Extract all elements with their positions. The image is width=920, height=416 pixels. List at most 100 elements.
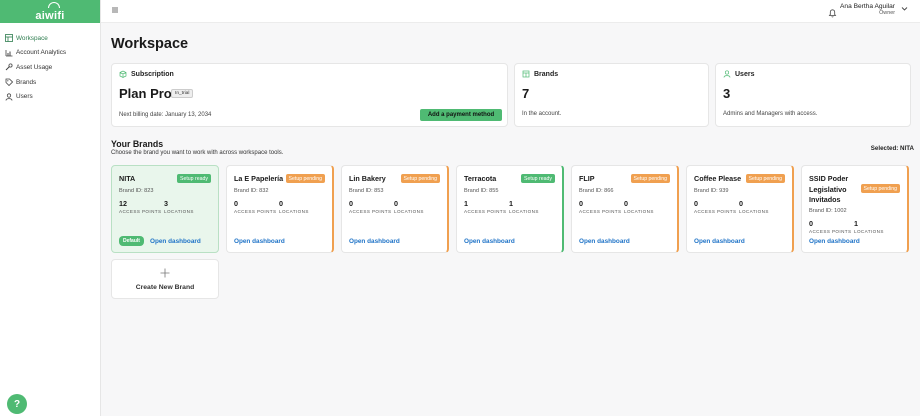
open-dashboard-link[interactable]: Open dashboard bbox=[349, 238, 400, 245]
access-points-count: 12 bbox=[119, 199, 127, 208]
help-button[interactable]: ? bbox=[7, 394, 27, 414]
status-badge: Setup ready bbox=[177, 174, 211, 183]
brand-name: NITA bbox=[119, 174, 136, 183]
access-points-count: 0 bbox=[349, 199, 353, 208]
locations-label: LOCATIONS bbox=[739, 209, 769, 214]
locations-label: LOCATIONS bbox=[624, 209, 654, 214]
brand-name: Coffee Please bbox=[694, 174, 742, 183]
brand-id: Brand ID: 823 bbox=[119, 188, 154, 194]
access-points-label: ACCESS POINTS bbox=[349, 209, 392, 214]
locations-count: 0 bbox=[739, 199, 743, 208]
sidebar-nav: Workspace Account Analytics Asset Usage … bbox=[0, 31, 100, 104]
your-brands-header: Your Brands Choose the brand you want to… bbox=[111, 139, 914, 161]
open-dashboard-link[interactable]: Open dashboard bbox=[694, 238, 745, 245]
sidebar-item-account-analytics[interactable]: Account Analytics bbox=[0, 46, 100, 61]
bell-icon bbox=[828, 9, 837, 18]
sidebar-item-label: Users bbox=[16, 93, 33, 101]
status-badge: Setup pending bbox=[860, 184, 900, 193]
user-role: Owner bbox=[879, 10, 895, 16]
subscription-title: Subscription bbox=[131, 70, 174, 78]
brand-card-la-e-papeleria[interactable]: La E Papelería Setup pending Brand ID: 8… bbox=[226, 165, 334, 253]
locations-label: LOCATIONS bbox=[279, 209, 309, 214]
brands-stat-card: Brands 7 In the account. bbox=[514, 63, 709, 127]
logo-text: aiwifi bbox=[35, 9, 65, 22]
users-count: 3 bbox=[723, 86, 731, 101]
access-points-count: 0 bbox=[579, 199, 583, 208]
access-points-label: ACCESS POINTS bbox=[119, 209, 162, 214]
brand-name: FLIP bbox=[579, 174, 595, 183]
brand-name: La E Papelería bbox=[234, 174, 284, 183]
sidebar: aiwifi Workspace Account Analytics Asset… bbox=[0, 0, 101, 416]
menu-toggle-button[interactable] bbox=[111, 6, 119, 14]
subscription-header: Subscription bbox=[119, 70, 174, 78]
chevron-down-icon[interactable] bbox=[901, 5, 908, 14]
open-dashboard-link[interactable]: Open dashboard bbox=[150, 238, 201, 245]
status-badge: Setup pending bbox=[745, 174, 785, 183]
store-icon bbox=[522, 70, 530, 78]
locations-count: 0 bbox=[394, 199, 398, 208]
brand-card-lin-bakery[interactable]: Lin Bakery Setup pending Brand ID: 853 0… bbox=[341, 165, 449, 253]
sidebar-item-users[interactable]: Users bbox=[0, 89, 100, 104]
locations-label: LOCATIONS bbox=[164, 209, 194, 214]
access-points-label: ACCESS POINTS bbox=[234, 209, 277, 214]
brand-card-flip[interactable]: FLIP Setup pending Brand ID: 866 0 ACCES… bbox=[571, 165, 679, 253]
open-dashboard-link[interactable]: Open dashboard bbox=[234, 238, 285, 245]
locations-count: 0 bbox=[624, 199, 628, 208]
brand-name: Lin Bakery bbox=[349, 174, 386, 183]
brands-stat-header: Brands bbox=[522, 70, 558, 78]
wifi-logo-icon bbox=[48, 2, 60, 8]
access-points-label: ACCESS POINTS bbox=[694, 209, 737, 214]
locations-label: LOCATIONS bbox=[509, 209, 539, 214]
add-payment-method-button[interactable]: Add a payment method bbox=[420, 109, 502, 121]
open-dashboard-link[interactable]: Open dashboard bbox=[809, 238, 860, 245]
users-stat-card: Users 3 Admins and Managers with access. bbox=[715, 63, 911, 127]
topbar: Ana Bertha Aguilar Owner bbox=[101, 0, 920, 23]
tag-icon bbox=[5, 78, 13, 87]
stats-row: Subscription Plan Pro In_trial Next bill… bbox=[111, 63, 913, 127]
your-brands-title: Your Brands bbox=[111, 139, 164, 149]
sidebar-item-asset-usage[interactable]: Asset Usage bbox=[0, 60, 100, 75]
billing-date: Next billing date: January 13, 2034 bbox=[119, 112, 212, 118]
brand-card-ssid-poder-legislativo[interactable]: SSID Poder Legislativo Invitados Setup p… bbox=[801, 165, 909, 253]
hamburger-icon bbox=[112, 7, 118, 13]
open-dashboard-link[interactable]: Open dashboard bbox=[464, 238, 515, 245]
user-icon bbox=[5, 93, 13, 101]
users-caption: Admins and Managers with access. bbox=[723, 111, 818, 117]
user-name: Ana Bertha Aguilar bbox=[840, 3, 895, 10]
create-new-brand-button[interactable]: Create New Brand bbox=[111, 259, 219, 299]
selected-brand-label: Selected: NITA bbox=[870, 145, 914, 152]
sidebar-item-workspace[interactable]: Workspace bbox=[0, 31, 100, 46]
users-stat-header: Users bbox=[723, 70, 754, 78]
sidebar-item-label: Brands bbox=[16, 78, 37, 86]
brand-name: SSID Poder Legislativo Invitados bbox=[809, 174, 849, 204]
status-badge: Setup pending bbox=[285, 174, 325, 183]
trial-badge: In_trial bbox=[171, 89, 194, 98]
access-points-label: ACCESS POINTS bbox=[809, 229, 852, 234]
brand-id: Brand ID: 866 bbox=[579, 188, 614, 194]
access-points-count: 0 bbox=[694, 199, 698, 208]
sidebar-item-brands[interactable]: Brands bbox=[0, 75, 100, 90]
brand-id: Brand ID: 939 bbox=[694, 188, 729, 194]
sidebar-item-label: Asset Usage bbox=[16, 63, 53, 71]
wrench-icon bbox=[5, 63, 13, 71]
locations-label: LOCATIONS bbox=[854, 229, 884, 234]
box-icon bbox=[119, 70, 127, 78]
plus-icon bbox=[160, 268, 170, 280]
brands-stat-title: Brands bbox=[534, 70, 559, 78]
user-menu[interactable]: Ana Bertha Aguilar Owner bbox=[840, 3, 895, 16]
brand-id: Brand ID: 855 bbox=[464, 188, 499, 194]
status-badge: Setup pending bbox=[630, 174, 670, 183]
create-new-brand-label: Create New Brand bbox=[135, 283, 195, 291]
grid-icon bbox=[5, 34, 13, 43]
logo[interactable]: aiwifi bbox=[0, 0, 100, 23]
user-icon bbox=[723, 70, 731, 78]
sidebar-item-label: Workspace bbox=[16, 34, 48, 42]
default-badge: Default bbox=[119, 236, 144, 246]
locations-label: LOCATIONS bbox=[394, 209, 424, 214]
brand-card-terracota[interactable]: Terracota Setup ready Brand ID: 855 1 AC… bbox=[456, 165, 564, 253]
brand-card-coffee-please[interactable]: Coffee Please Setup pending Brand ID: 93… bbox=[686, 165, 794, 253]
notifications-button[interactable] bbox=[828, 5, 837, 18]
brand-card-nita[interactable]: NITA Setup ready Brand ID: 823 12 ACCESS… bbox=[111, 165, 219, 253]
open-dashboard-link[interactable]: Open dashboard bbox=[579, 238, 630, 245]
brand-name: Terracota bbox=[464, 174, 497, 183]
